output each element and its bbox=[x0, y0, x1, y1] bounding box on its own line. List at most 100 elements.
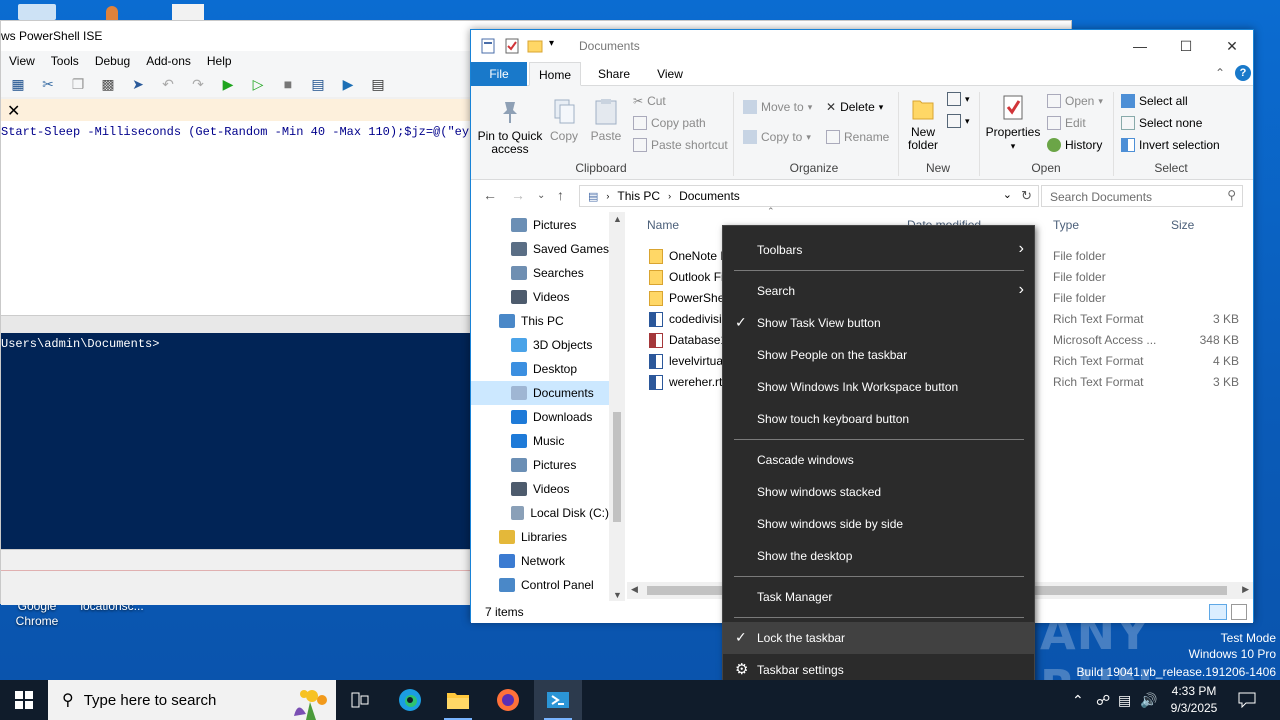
copy-icon[interactable]: ❐ bbox=[69, 75, 87, 93]
powershell-icon[interactable]: ▶ bbox=[339, 75, 357, 93]
properties-button[interactable]: Properties ▾ bbox=[983, 94, 1043, 153]
nav-scrollbar[interactable]: ▲ ▼ bbox=[609, 212, 625, 602]
menu-item[interactable]: ✓ Show Task View button bbox=[723, 307, 1034, 339]
nav-item[interactable]: Pictures bbox=[471, 213, 609, 237]
nav-item[interactable]: Pictures bbox=[471, 453, 609, 477]
menu-item[interactable]: Task Manager bbox=[723, 581, 1034, 613]
easy-access-button[interactable]: ▾ bbox=[947, 114, 970, 128]
explorer-app-icon[interactable] bbox=[481, 38, 495, 54]
help-icon[interactable]: ? bbox=[1235, 65, 1251, 81]
desktop-icon-partial-2[interactable] bbox=[106, 6, 118, 20]
nav-scroll-thumb[interactable] bbox=[613, 412, 621, 522]
properties-qat-icon[interactable] bbox=[505, 38, 519, 54]
volume-tray-icon[interactable]: 🔊 bbox=[1140, 680, 1157, 720]
refresh-icon[interactable]: ↻ bbox=[1021, 188, 1032, 204]
move-to-button[interactable]: Move to ▾ bbox=[743, 100, 812, 114]
desktop-icon-partial-3[interactable] bbox=[172, 4, 204, 20]
run-selection-icon[interactable]: ▷ bbox=[249, 75, 267, 93]
column-name[interactable]: Name bbox=[647, 218, 679, 232]
nav-item[interactable]: Libraries bbox=[471, 525, 609, 549]
rename-button[interactable]: Rename bbox=[826, 130, 889, 144]
nav-item[interactable]: 3D Objects bbox=[471, 333, 609, 357]
run-icon[interactable]: ▶ bbox=[219, 75, 237, 93]
nav-item[interactable]: Music bbox=[471, 429, 609, 453]
nav-item[interactable]: Network bbox=[471, 549, 609, 573]
tab-home[interactable]: Home bbox=[529, 62, 581, 86]
menu-item[interactable]: ✓ Lock the taskbar bbox=[723, 622, 1034, 654]
edit-button[interactable]: Edit bbox=[1047, 116, 1086, 130]
breadcrumb-this-pc[interactable]: This PC bbox=[617, 189, 660, 203]
cut-icon[interactable]: ✂ bbox=[39, 75, 57, 93]
edge-taskbar-button[interactable] bbox=[386, 680, 434, 720]
nav-item[interactable]: Control Panel bbox=[471, 573, 609, 597]
forward-arrow-icon[interactable]: → bbox=[511, 187, 525, 203]
nav-item[interactable]: This PC bbox=[471, 309, 609, 333]
redo-icon[interactable]: ↷ bbox=[189, 75, 207, 93]
desktop-icon-partial[interactable] bbox=[18, 4, 56, 20]
nav-item[interactable]: Downloads bbox=[471, 405, 609, 429]
new-folder-button[interactable]: New folder bbox=[903, 94, 943, 152]
nav-item[interactable]: Saved Games bbox=[471, 237, 609, 261]
recent-dropdown-icon[interactable]: ⌄ bbox=[537, 190, 545, 201]
navigation-pane[interactable]: Pictures Saved Games Searches Videos This PC… bbox=[471, 212, 625, 602]
column-type[interactable]: Type bbox=[1053, 218, 1079, 232]
history-button[interactable]: History bbox=[1047, 138, 1102, 152]
nav-item[interactable]: Desktop bbox=[471, 357, 609, 381]
new-item-button[interactable]: ▾ bbox=[947, 92, 970, 106]
ise-menu-tools[interactable]: Tools bbox=[51, 54, 79, 68]
file-explorer-taskbar-button[interactable] bbox=[434, 680, 482, 720]
firefox-taskbar-button[interactable] bbox=[484, 680, 532, 720]
paste-shortcut-button[interactable]: Paste shortcut bbox=[633, 138, 728, 152]
nav-item[interactable]: Videos bbox=[471, 285, 609, 309]
menu-item[interactable]: Search › bbox=[723, 275, 1034, 307]
clock[interactable]: 4:33 PM 9/3/2025 bbox=[1162, 683, 1226, 717]
taskbar-search-box[interactable]: ⚲ Type here to search bbox=[48, 680, 336, 720]
menu-item[interactable]: Cascade windows bbox=[723, 444, 1034, 476]
menu-item[interactable]: Show the desktop bbox=[723, 540, 1034, 572]
ise-menu-view[interactable]: View bbox=[9, 54, 35, 68]
minimize-button[interactable]: — bbox=[1117, 34, 1163, 58]
scroll-right-icon[interactable]: ▶ bbox=[1242, 584, 1249, 595]
nav-item[interactable]: Local Disk (C:) bbox=[471, 501, 609, 525]
breadcrumb-documents[interactable]: Documents bbox=[679, 189, 740, 203]
scroll-up-icon[interactable]: ▲ bbox=[613, 214, 622, 224]
tab-view[interactable]: View bbox=[647, 62, 693, 86]
address-bar[interactable]: ▤ › This PC › Documents ⌄ ↻ bbox=[579, 185, 1039, 207]
copy-to-button[interactable]: Copy to ▾ bbox=[743, 130, 811, 144]
close-button[interactable]: ✕ bbox=[1209, 34, 1255, 58]
column-size[interactable]: Size bbox=[1171, 218, 1194, 232]
task-view-button[interactable] bbox=[336, 680, 384, 720]
cut-button[interactable]: ✂ Cut bbox=[633, 94, 666, 108]
remote-icon[interactable]: ▤ bbox=[309, 75, 327, 93]
menu-item[interactable]: Toolbars › bbox=[723, 234, 1034, 266]
clear-icon[interactable]: ➤ bbox=[129, 75, 147, 93]
ise-menu-debug[interactable]: Debug bbox=[95, 54, 130, 68]
details-view-icon[interactable] bbox=[1209, 604, 1227, 620]
invert-selection-button[interactable]: Invert selection bbox=[1121, 138, 1220, 152]
tray-icon-1[interactable]: ☍ bbox=[1096, 680, 1110, 720]
copy-path-button[interactable]: Copy path bbox=[633, 116, 706, 130]
ise-menu-help[interactable]: Help bbox=[207, 54, 232, 68]
scroll-left-icon[interactable]: ◀ bbox=[631, 584, 638, 595]
menu-item[interactable]: Show Windows Ink Workspace button bbox=[723, 371, 1034, 403]
close-icon[interactable]: ✕ bbox=[7, 101, 20, 121]
paste-button[interactable]: Paste bbox=[587, 98, 625, 143]
menu-item[interactable]: Show People on the taskbar bbox=[723, 339, 1034, 371]
powershell-ise-taskbar-button[interactable] bbox=[534, 680, 582, 720]
copy-button[interactable]: Copy bbox=[547, 98, 581, 143]
pin-to-quick-access-button[interactable]: Pin to Quick access bbox=[477, 98, 543, 156]
collapse-ribbon-icon[interactable]: ⌃ bbox=[1215, 66, 1225, 80]
menu-item[interactable]: Show windows stacked bbox=[723, 476, 1034, 508]
action-center-button[interactable] bbox=[1238, 680, 1256, 720]
address-dropdown-icon[interactable]: ⌄ bbox=[1003, 188, 1012, 201]
scroll-down-icon[interactable]: ▼ bbox=[613, 590, 622, 600]
ise-menu-addons[interactable]: Add-ons bbox=[146, 54, 191, 68]
up-arrow-icon[interactable]: ↑ bbox=[557, 187, 564, 203]
explorer-title-bar[interactable]: ▾ Documents — ☐ ✕ bbox=[471, 30, 1253, 62]
nav-item[interactable]: Documents bbox=[471, 381, 609, 405]
tab-file[interactable]: File bbox=[471, 62, 527, 86]
nav-item[interactable]: Videos bbox=[471, 477, 609, 501]
open-button[interactable]: Open ▾ bbox=[1047, 94, 1103, 108]
select-none-button[interactable]: Select none bbox=[1121, 116, 1202, 130]
menu-item[interactable]: Show touch keyboard button bbox=[723, 403, 1034, 435]
